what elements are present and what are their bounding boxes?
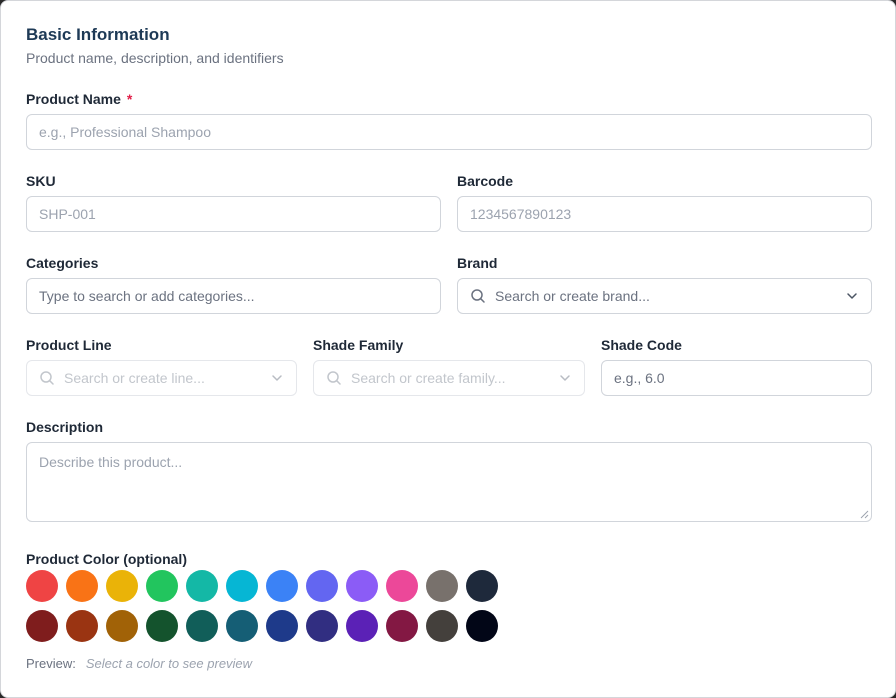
color-swatch[interactable] <box>306 570 338 602</box>
product-name-label-text: Product Name <box>26 91 121 107</box>
color-swatch[interactable] <box>346 610 378 642</box>
color-swatch[interactable] <box>106 610 138 642</box>
product-name-input[interactable]: e.g., Professional Shampoo <box>26 114 872 150</box>
search-icon <box>40 371 54 385</box>
brand-select[interactable]: Search or create brand... <box>457 278 872 314</box>
shade-family-label: Shade Family <box>313 337 404 353</box>
section-subtitle: Product name, description, and identifie… <box>26 50 284 66</box>
color-swatch[interactable] <box>306 610 338 642</box>
description-textarea[interactable]: Describe this product... <box>26 442 872 522</box>
color-swatch[interactable] <box>186 610 218 642</box>
section-title: Basic Information <box>26 25 170 44</box>
color-swatch[interactable] <box>26 610 58 642</box>
color-swatch[interactable] <box>66 570 98 602</box>
color-swatch-grid <box>26 570 498 642</box>
basic-information-card: Basic Information Product name, descript… <box>0 0 896 698</box>
categories-placeholder: Type to search or add categories... <box>39 288 255 304</box>
product-name-label: Product Name * <box>26 91 132 107</box>
color-swatch[interactable] <box>466 610 498 642</box>
chevron-down-icon <box>847 293 857 299</box>
color-swatch[interactable] <box>146 610 178 642</box>
color-swatch[interactable] <box>386 570 418 602</box>
brand-placeholder: Search or create brand... <box>495 288 650 304</box>
color-swatch[interactable] <box>66 610 98 642</box>
product-color-label: Product Color (optional) <box>26 551 187 567</box>
preview-label: Preview: <box>26 656 76 671</box>
chevron-down-icon <box>560 375 570 381</box>
product-line-placeholder: Search or create line... <box>64 370 205 386</box>
color-preview: Preview: Select a color to see preview <box>26 656 252 671</box>
description-label: Description <box>26 419 104 435</box>
sku-placeholder: SHP-001 <box>39 206 96 222</box>
color-swatch[interactable] <box>106 570 138 602</box>
color-swatch[interactable] <box>426 570 458 602</box>
search-icon <box>327 371 341 385</box>
shade-family-select[interactable]: Search or create family... <box>313 360 585 396</box>
color-swatch[interactable] <box>26 570 58 602</box>
product-line-label: Product Line <box>26 337 112 353</box>
color-swatch[interactable] <box>266 610 298 642</box>
barcode-placeholder: 1234567890123 <box>470 206 572 222</box>
color-swatch[interactable] <box>226 570 258 602</box>
sku-input[interactable]: SHP-001 <box>26 196 441 232</box>
chevron-down-icon <box>272 375 282 381</box>
color-swatch[interactable] <box>346 570 378 602</box>
description-placeholder: Describe this product... <box>39 454 183 470</box>
product-name-placeholder: e.g., Professional Shampoo <box>39 124 211 140</box>
color-swatch[interactable] <box>226 610 258 642</box>
resize-handle-icon[interactable] <box>859 509 869 519</box>
shade-code-label: Shade Code <box>601 337 682 353</box>
shade-code-input[interactable]: e.g., 6.0 <box>601 360 872 396</box>
preview-placeholder: Select a color to see preview <box>85 656 253 671</box>
categories-input[interactable]: Type to search or add categories... <box>26 278 441 314</box>
color-swatch[interactable] <box>386 610 418 642</box>
required-mark: * <box>126 91 133 107</box>
brand-label: Brand <box>457 255 498 271</box>
search-icon <box>471 289 485 303</box>
shade-code-placeholder: e.g., 6.0 <box>614 370 665 386</box>
sku-label: SKU <box>26 173 56 189</box>
color-swatch[interactable] <box>426 610 458 642</box>
barcode-label: Barcode <box>457 173 514 189</box>
categories-label: Categories <box>26 255 99 271</box>
color-swatch[interactable] <box>266 570 298 602</box>
barcode-input[interactable]: 1234567890123 <box>457 196 872 232</box>
shade-family-placeholder: Search or create family... <box>351 370 506 386</box>
color-swatch[interactable] <box>146 570 178 602</box>
product-line-select[interactable]: Search or create line... <box>26 360 297 396</box>
color-swatch[interactable] <box>186 570 218 602</box>
color-swatch[interactable] <box>466 570 498 602</box>
